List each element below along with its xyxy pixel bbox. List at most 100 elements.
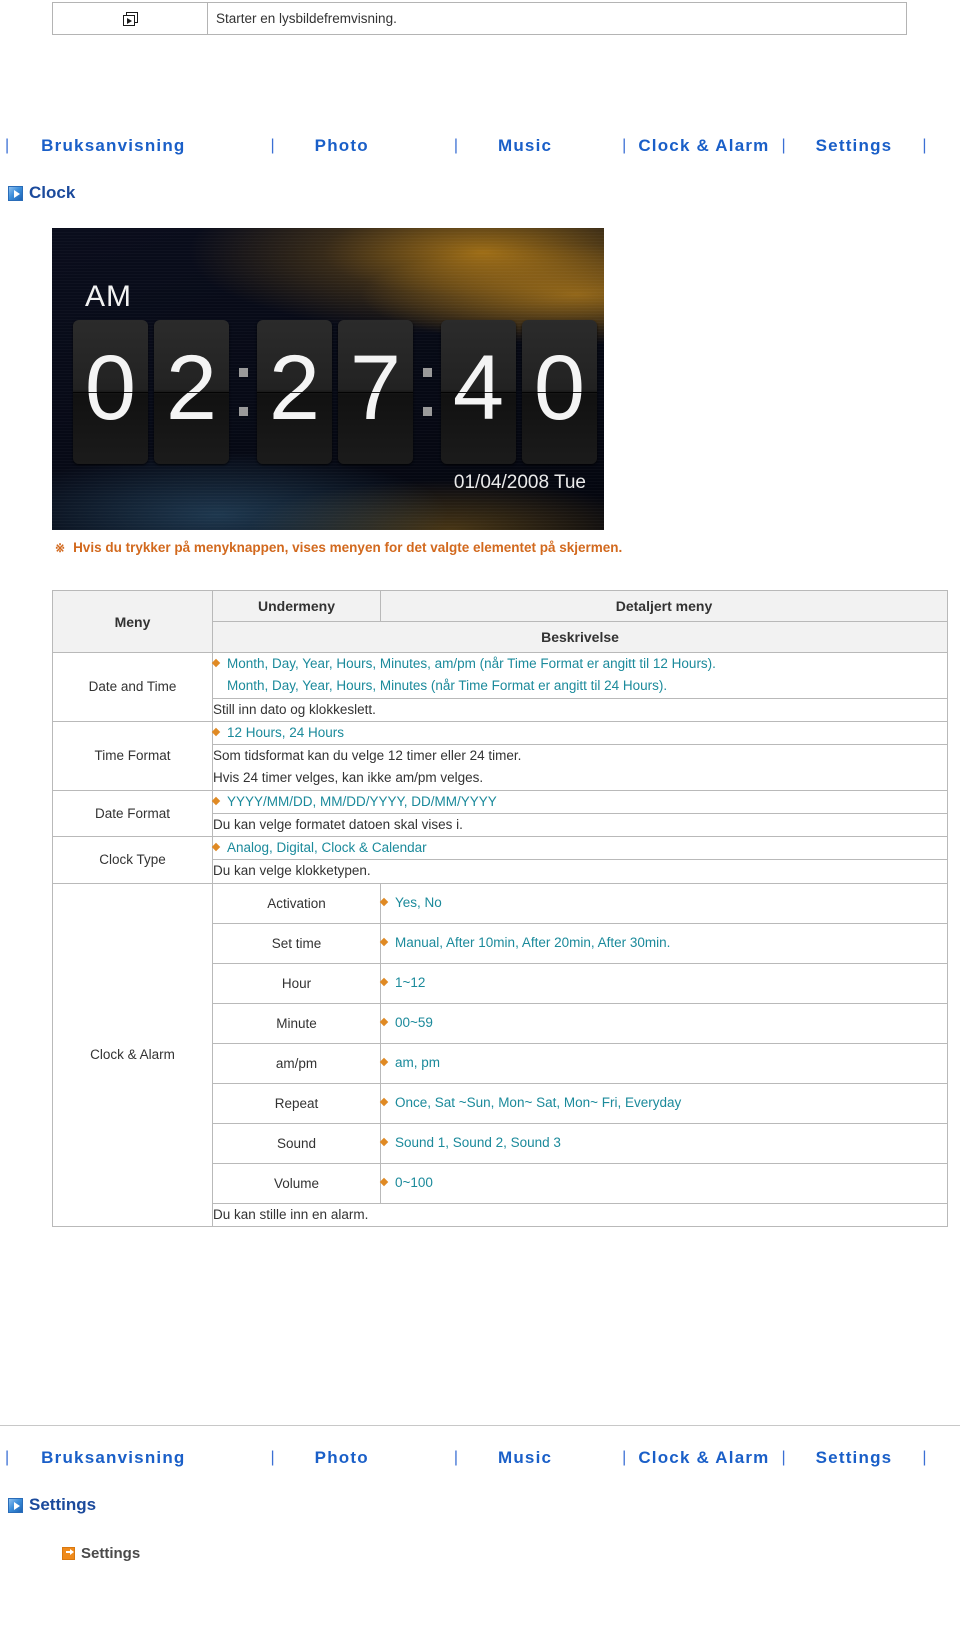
section-heading-settings-label: Settings	[29, 1495, 97, 1514]
nav-separator: |	[622, 137, 627, 154]
submenu-sound: Sound	[212, 1122, 381, 1164]
clock-ampm-label: AM	[85, 280, 132, 313]
detail-line: Month, Day, Year, Hours, Minutes (når Ti…	[227, 678, 668, 694]
row-detail-date-and-time: Month, Day, Year, Hours, Minutes, am/pm …	[212, 652, 948, 699]
detail-line: Sound 1, Sound 2, Sound 3	[395, 1132, 947, 1154]
clock-digit-value: 0	[533, 337, 586, 439]
slideshow-icon-cell	[52, 2, 208, 35]
row-description-time-format: Som tidsformat kan du velge 12 timer ell…	[212, 744, 948, 791]
detail-hour: 1~12	[380, 962, 948, 1004]
nav-separator: |	[5, 137, 10, 154]
row-description-date-format: Du kan velge formatet datoen skal vises …	[212, 812, 948, 838]
row-menu-date-format: Date Format	[52, 789, 213, 838]
header-menu: Meny	[52, 590, 213, 653]
top-navigation: | Bruksanvisning | Photo | Music | Clock…	[0, 133, 960, 159]
nav-separator: |	[453, 137, 458, 154]
clock-digit-value: 2	[268, 337, 321, 439]
detail-repeat: Once, Sat ~Sun, Mon~ Sat, Mon~ Fri, Ever…	[380, 1082, 948, 1124]
table-row: Time Format 12 Hours, 24 Hours	[52, 720, 948, 791]
row-detail-time-format: 12 Hours, 24 Hours	[212, 720, 948, 746]
section-heading-clock-label: Clock	[29, 183, 76, 202]
clock-date-label: 01/04/2008 Tue	[453, 472, 586, 493]
submenu-volume: Volume	[212, 1162, 381, 1204]
detail-line: Manual, After 10min, After 20min, After …	[395, 932, 947, 954]
section-heading-clock: Clock	[8, 183, 75, 203]
row-description-clock-and-alarm: Du kan stille inn en alarm.	[212, 1202, 948, 1227]
detail-activation: Yes, No	[380, 882, 948, 924]
description-line: Som tidsformat kan du velge 12 timer ell…	[213, 748, 522, 764]
detail-line: am, pm	[395, 1052, 947, 1074]
note-line: ※ Hvis du trykker på menyknappen, vises …	[55, 540, 622, 555]
nav-separator: |	[622, 1449, 627, 1466]
row-detail-clock-type: Analog, Digital, Clock & Calendar	[212, 836, 948, 861]
note-mark-icon: ※	[55, 540, 66, 555]
submenu-set-time: Set time	[212, 922, 381, 964]
submenu-minute: Minute	[212, 1002, 381, 1044]
nav-separator: |	[781, 137, 786, 154]
header-detail: Detaljert meny	[380, 590, 948, 622]
clock-flip-digits: 0 2 2 7 4 0	[70, 320, 600, 464]
clock-digit-value: 2	[165, 337, 218, 439]
clock-digit-value: 7	[349, 337, 402, 439]
nav-separator: |	[922, 1449, 927, 1466]
nav-separator: |	[270, 1449, 275, 1466]
detail-line: Once, Sat ~Sun, Mon~ Sat, Mon~ Fri, Ever…	[395, 1092, 947, 1114]
nav-link-bruksanvisning[interactable]: Bruksanvisning	[41, 136, 185, 156]
table-header-row: Meny Undermeny Detaljert meny	[52, 590, 948, 653]
clock-device-screenshot: AM 0 2 2 7 4 0 01/04/2008 Tue	[52, 228, 604, 530]
subsection-heading-settings: Settings	[62, 1545, 140, 1562]
detail-line: 0~100	[395, 1172, 947, 1194]
detail-line: YYYY/MM/DD, MM/DD/YYYY, DD/MM/YYYY	[227, 791, 947, 813]
table-row: Date and Time Month, Day, Year, Hours, M…	[52, 652, 948, 722]
clock-colon-icon	[416, 320, 438, 464]
nav-link-settings[interactable]: Settings	[816, 1448, 893, 1468]
orange-arrow-icon	[62, 1547, 75, 1560]
slideshow-description: Starter en lysbildefremvisning.	[207, 2, 907, 35]
bottom-navigation: | Bruksanvisning | Photo | Music | Clock…	[0, 1445, 960, 1471]
menu-reference-table: Meny Undermeny Detaljert meny Beskrivels…	[52, 590, 948, 1227]
nav-link-clock-alarm[interactable]: Clock & Alarm	[638, 1448, 769, 1468]
nav-separator: |	[922, 137, 927, 154]
blue-arrow-icon	[8, 1497, 23, 1513]
clock-digit: 4	[441, 320, 516, 464]
nav-link-photo[interactable]: Photo	[315, 136, 369, 156]
detail-volume: 0~100	[380, 1162, 948, 1204]
clock-digit: 0	[73, 320, 148, 464]
detail-ampm: am, pm	[380, 1042, 948, 1084]
description-line: Hvis 24 timer velges, kan ikke am/pm vel…	[213, 770, 484, 786]
nav-link-music[interactable]: Music	[498, 136, 552, 156]
submenu-ampm: am/pm	[212, 1042, 381, 1084]
nav-separator: |	[781, 1449, 786, 1466]
row-menu-clock-type: Clock Type	[52, 836, 213, 884]
clock-digit: 0	[522, 320, 597, 464]
nav-link-clock-alarm[interactable]: Clock & Alarm	[638, 136, 769, 156]
detail-line: 12 Hours, 24 Hours	[227, 722, 947, 744]
detail-line: 00~59	[395, 1012, 947, 1034]
clock-colon-icon	[232, 320, 254, 464]
nav-link-music[interactable]: Music	[498, 1448, 552, 1468]
row-detail-date-format: YYYY/MM/DD, MM/DD/YYYY, DD/MM/YYYY	[212, 789, 948, 814]
nav-link-settings[interactable]: Settings	[816, 136, 893, 156]
slideshow-icon	[122, 12, 138, 27]
clock-digit: 7	[338, 320, 413, 464]
clock-digit: 2	[257, 320, 332, 464]
detail-sound: Sound 1, Sound 2, Sound 3	[380, 1122, 948, 1164]
detail-line: Month, Day, Year, Hours, Minutes, am/pm …	[227, 653, 947, 675]
row-menu-clock-and-alarm: Clock & Alarm	[52, 882, 213, 1227]
row-menu-time-format: Time Format	[52, 720, 213, 791]
slideshow-description-table: Starter en lysbildefremvisning.	[52, 2, 907, 35]
header-submenu: Undermeny	[212, 590, 381, 622]
nav-link-bruksanvisning[interactable]: Bruksanvisning	[41, 1448, 185, 1468]
nav-separator: |	[453, 1449, 458, 1466]
detail-minute: 00~59	[380, 1002, 948, 1044]
nav-link-photo[interactable]: Photo	[315, 1448, 369, 1468]
row-menu-date-and-time: Date and Time	[52, 652, 213, 722]
header-description: Beskrivelse	[212, 621, 948, 653]
detail-set-time: Manual, After 10min, After 20min, After …	[380, 922, 948, 964]
row-description-date-and-time: Still inn dato og klokkeslett.	[212, 697, 948, 722]
detail-line: Yes, No	[395, 892, 947, 914]
row-description-clock-type: Du kan velge klokketypen.	[212, 859, 948, 884]
footer-divider	[0, 1425, 960, 1426]
note-text: Hvis du trykker på menyknappen, vises me…	[73, 540, 623, 555]
nav-separator: |	[270, 137, 275, 154]
